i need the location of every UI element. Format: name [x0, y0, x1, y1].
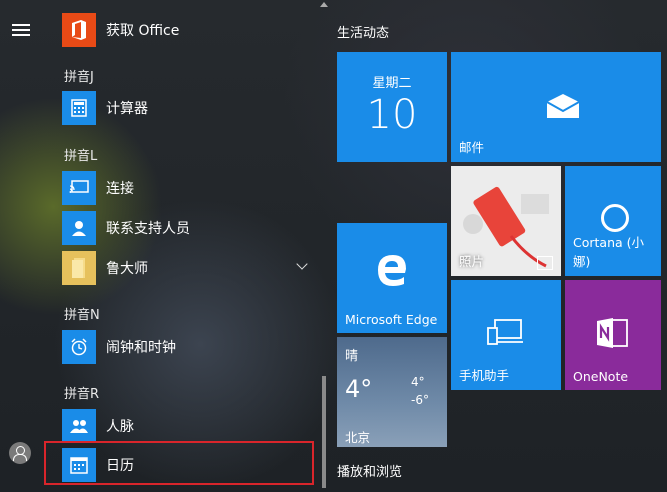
calendar-date: 10 — [366, 92, 418, 138]
tile-cortana[interactable]: Cortana (小娜) — [565, 166, 661, 276]
weather-condition: 晴 — [345, 349, 359, 364]
onenote-logo-icon — [595, 316, 629, 354]
scroll-up-arrow-icon[interactable] — [320, 2, 328, 7]
section-header-r[interactable]: 拼音R — [64, 383, 99, 402]
app-alarms[interactable]: 闹钟和时钟 — [62, 329, 314, 365]
phone-laptop-icon — [487, 318, 525, 350]
section-header-l[interactable]: 拼音L — [64, 145, 97, 164]
people-icon — [62, 409, 96, 443]
hamburger-menu-icon[interactable] — [12, 24, 30, 36]
weather-high: 4° — [411, 375, 425, 389]
tile-onenote[interactable]: OneNote — [565, 280, 661, 390]
app-calculator[interactable]: 计算器 — [62, 90, 314, 126]
calendar-weekday: 星期二 — [372, 76, 412, 91]
app-label: 获取 Office — [106, 23, 180, 39]
tile-label: 手机助手 — [459, 368, 510, 383]
scroll-thumb[interactable] — [322, 376, 326, 488]
connect-icon — [62, 171, 96, 205]
weather-city: 北京 — [345, 430, 371, 445]
app-label: 计算器 — [106, 101, 148, 117]
office-icon — [62, 13, 96, 47]
folder-icon — [62, 251, 96, 285]
tile-group-title-play[interactable]: 播放和浏览 — [337, 461, 402, 480]
tile-label: Microsoft Edge — [345, 312, 438, 327]
app-connect[interactable]: 连接 — [62, 170, 314, 206]
app-people[interactable]: 人脉 — [62, 408, 314, 444]
section-header-n[interactable]: 拼音N — [64, 304, 100, 323]
tile-edge[interactable]: Microsoft Edge — [337, 223, 447, 333]
start-rail — [0, 0, 40, 492]
tile-label: OneNote — [573, 369, 629, 384]
alarm-clock-icon — [62, 330, 96, 364]
tile-mail[interactable]: 邮件 — [451, 52, 661, 162]
tile-weather[interactable]: 晴 4° 4° -6° 北京 — [337, 337, 447, 447]
app-label: 人脉 — [106, 419, 134, 435]
app-get-office[interactable]: 获取 Office — [62, 12, 314, 48]
tile-group-title-life[interactable]: 生活动态 — [337, 22, 389, 41]
tile-photos[interactable]: 照片 — [451, 166, 561, 276]
weather-temp: 4° — [345, 375, 373, 403]
tile-label: Cortana (小娜) — [573, 235, 645, 269]
section-header-j[interactable]: 拼音J — [64, 66, 94, 85]
tile-calendar[interactable]: 星期二 10 — [337, 52, 447, 162]
image-icon — [537, 256, 553, 270]
tile-label: 邮件 — [459, 140, 485, 155]
person-icon — [62, 211, 96, 245]
tile-phone-companion[interactable]: 手机助手 — [451, 280, 561, 390]
app-label: 闹钟和时钟 — [106, 340, 176, 356]
app-label: 鲁大师 — [106, 261, 148, 277]
selection-highlight — [44, 441, 314, 485]
app-label: 连接 — [106, 181, 134, 197]
user-avatar-icon[interactable] — [9, 442, 31, 464]
envelope-icon — [545, 92, 581, 124]
edge-logo-icon — [375, 253, 409, 291]
app-ludashi-folder[interactable]: 鲁大师 — [62, 250, 314, 286]
app-contact-support[interactable]: 联系支持人员 — [62, 210, 314, 246]
calculator-icon — [62, 91, 96, 125]
chevron-down-icon[interactable] — [296, 258, 308, 270]
tile-label: 照片 — [459, 254, 485, 269]
app-label: 联系支持人员 — [106, 221, 190, 237]
weather-low: -6° — [411, 393, 429, 407]
cortana-ring-icon — [601, 204, 629, 232]
app-list-scrollbar[interactable] — [318, 0, 330, 492]
app-list: 获取 Office 拼音J 计算器 拼音L 连接 联系支持人员 鲁大师 拼音N … — [40, 0, 318, 492]
